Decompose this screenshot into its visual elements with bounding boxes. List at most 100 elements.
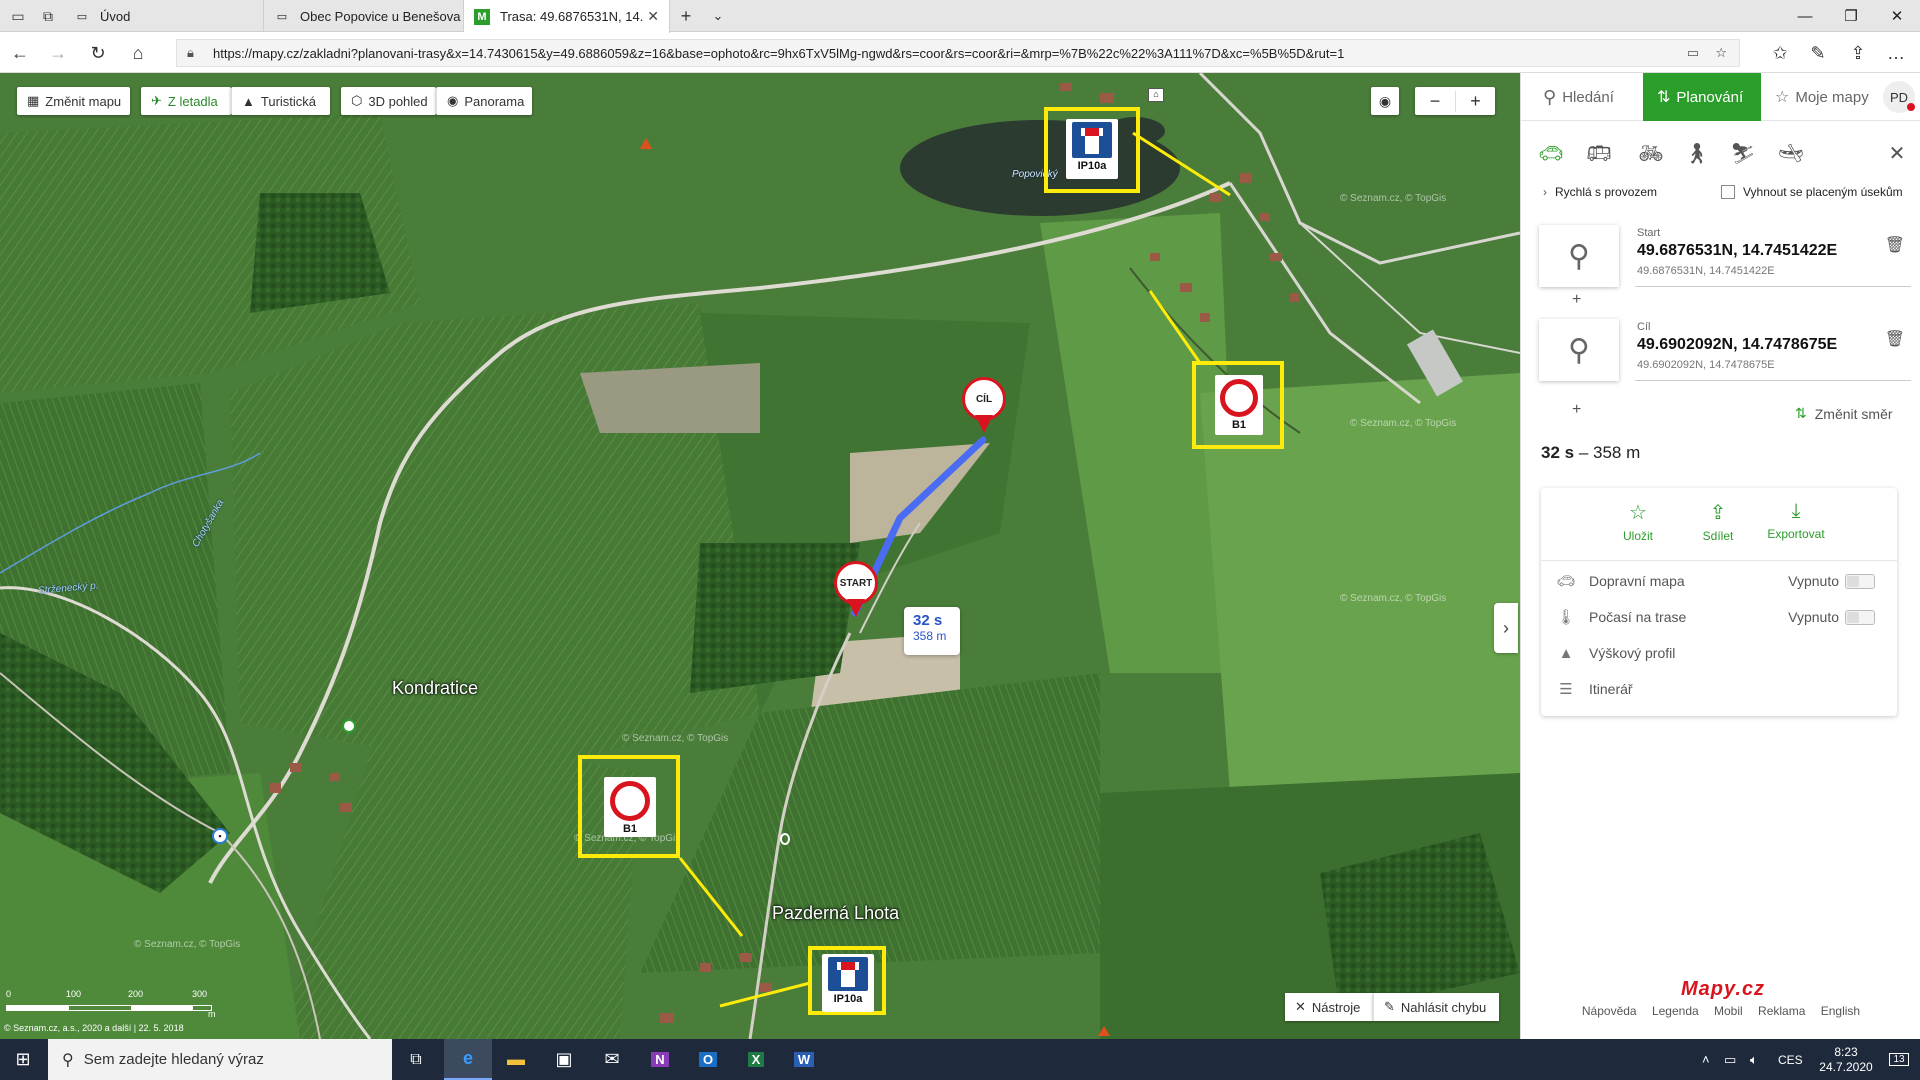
home-icon[interactable]: ⌂ [124, 39, 152, 67]
tourist-button[interactable]: ▲ Turistická [231, 87, 330, 115]
outlook-icon[interactable]: O [684, 1039, 732, 1080]
export-button[interactable]: ⤓ Exportovat [1761, 500, 1831, 541]
mail-icon[interactable]: ✉ [588, 1039, 636, 1080]
footer-ads-link[interactable]: Reklama [1758, 1004, 1805, 1018]
walk-mode-icon[interactable]: 🚶︎ [1681, 137, 1713, 169]
footer-help-link[interactable]: Nápověda [1582, 1004, 1637, 1018]
trash-icon[interactable]: 🗑︎ [1885, 329, 1905, 349]
save-button[interactable]: ☆ Uložit [1603, 500, 1673, 543]
tabs-aside-icon[interactable]: ⧉ [34, 2, 62, 30]
onenote-icon[interactable]: N [636, 1039, 684, 1080]
tab-popovice[interactable]: ▭ Obec Popovice u Benešova [264, 0, 464, 32]
clock-time: 8:23 [1834, 1044, 1858, 1059]
favorite-star-icon[interactable]: ☆ [1715, 45, 1727, 61]
weather-toggle[interactable] [1845, 609, 1875, 625]
place-label-kondratice[interactable]: Kondratice [392, 678, 478, 699]
tab-planning[interactable]: ⇅ Planování [1643, 73, 1761, 121]
zoom-in-button[interactable]: + [1455, 90, 1495, 112]
report-error-button[interactable]: ✎ Nahlásit chybu [1373, 993, 1499, 1021]
refresh-icon[interactable]: ↻ [84, 39, 112, 67]
tab-my-maps[interactable]: ☆ Moje mapy [1761, 73, 1877, 121]
start-coords: 49.6876531N, 14.7451422E [1637, 242, 1838, 259]
add-waypoint-icon[interactable]: + [1572, 291, 1581, 309]
zoom-out-button[interactable]: − [1415, 91, 1455, 112]
windows-start-icon[interactable]: ⊞ [0, 1039, 46, 1080]
footer-legend-link[interactable]: Legenda [1652, 1004, 1699, 1018]
3d-view-button[interactable]: ⬡ 3D pohled [341, 87, 436, 115]
clock[interactable]: 8:23 24.7.2020 [1810, 1039, 1882, 1080]
collapse-sidebar-button[interactable]: › [1494, 603, 1518, 653]
store-icon[interactable]: ▣ [540, 1039, 588, 1080]
change-direction-button[interactable]: ⇅ Změnit směr [1795, 405, 1893, 422]
favorites-icon[interactable]: ✩ [1766, 39, 1794, 67]
aerial-button[interactable]: ✈ Z letadla [141, 87, 231, 115]
trash-icon[interactable]: 🗑︎ [1885, 235, 1905, 255]
share-button[interactable]: ⇪ Sdílet [1683, 500, 1753, 543]
end-pin[interactable]: CÍL [962, 377, 1006, 437]
start-waypoint[interactable]: ⚲ Start 49.6876531N, 14.7451422E 49.6876… [1539, 225, 1911, 289]
word-icon[interactable]: W [780, 1039, 828, 1080]
volume-icon[interactable]: 🔈︎ [1750, 1039, 1758, 1080]
chevron-right-icon: › [1543, 185, 1547, 199]
ski-mode-icon[interactable]: ⛷︎ [1727, 137, 1759, 169]
pen-icon[interactable]: ✎ [1804, 39, 1832, 67]
edge-icon[interactable]: e [444, 1039, 492, 1080]
language-indicator[interactable]: CES [1778, 1039, 1803, 1080]
back-icon[interactable]: ← [6, 39, 34, 67]
add-waypoint-icon[interactable]: + [1572, 401, 1581, 419]
new-tab-icon[interactable]: + [672, 2, 700, 30]
end-waypoint[interactable]: ⚲ Cíl 49.6902092N, 14.7478675E 49.690209… [1539, 319, 1911, 383]
place-label-pazderna-lhota[interactable]: Pazderná Lhota [772, 903, 899, 924]
tray-chevron-icon[interactable]: ˄ [1702, 1039, 1710, 1080]
close-planner-icon[interactable]: ✕ [1881, 137, 1913, 169]
close-tab-icon[interactable]: ✕ [647, 8, 659, 25]
avoid-toll-checkbox[interactable]: Vyhnout se placeným úsekům [1721, 185, 1903, 199]
excel-icon[interactable]: X [732, 1039, 780, 1080]
start-pin[interactable]: START [834, 561, 878, 621]
network-icon[interactable]: ▭ [1724, 1039, 1736, 1080]
share-icon[interactable]: ⇪ [1844, 39, 1872, 67]
file-explorer-icon[interactable]: ▬ [492, 1039, 540, 1080]
more-icon[interactable]: … [1882, 39, 1910, 67]
bus-mode-icon[interactable]: 🚌︎ [1583, 137, 1615, 169]
footer-mobile-link[interactable]: Mobil [1714, 1004, 1743, 1018]
reading-view-icon[interactable]: ▭ [1687, 45, 1699, 61]
route-info-bubble[interactable]: 32 s 358 m [904, 607, 960, 655]
avatar[interactable]: PD [1883, 81, 1915, 113]
task-view-icon[interactable]: ⧉ [396, 1039, 436, 1080]
peak-icon[interactable] [640, 138, 652, 149]
tab-trasa[interactable]: M Trasa: 49.6876531N, 14. ✕ [464, 0, 670, 33]
bike-mode-icon[interactable]: 🚲︎ [1635, 137, 1667, 169]
address-bar[interactable]: 🔒︎ https://mapy.cz/zakladni?planovani-tr… [176, 39, 1740, 67]
traffic-map-row[interactable]: 🚗︎ Dopravní mapa Vypnuto [1555, 569, 1885, 593]
weather-row[interactable]: 🌡︎ Počasí na trase Vypnuto [1555, 605, 1885, 629]
route-type-select[interactable]: › Rychlá s provozem [1543, 185, 1657, 199]
tab-actions-icon[interactable]: ▭ [4, 2, 32, 30]
bus-stop-icon[interactable]: ▪ [212, 828, 228, 844]
map-view[interactable]: ▦ Změnit mapu ✈ Z letadla ▲ Turistická ⬡ 3D … [0, 73, 1520, 1039]
taskbar-search[interactable]: ⚲ Sem zadejte hledaný výraz [48, 1039, 392, 1080]
boat-mode-icon[interactable]: 🛶︎ [1775, 137, 1807, 169]
footer-english-link[interactable]: English [1821, 1004, 1860, 1018]
traffic-toggle[interactable] [1845, 573, 1875, 589]
forward-icon[interactable]: → [44, 39, 72, 67]
elevation-profile-row[interactable]: ▲ Výškový profil [1555, 641, 1885, 665]
action-center-icon[interactable]: 13 [1884, 1039, 1914, 1080]
minimize-icon[interactable]: — [1782, 0, 1828, 32]
tools-button[interactable]: ✕ Nástroje [1285, 993, 1373, 1021]
itinerary-row[interactable]: ☰ Itinerář [1555, 677, 1885, 701]
building-icon[interactable]: ⌂ [1148, 88, 1164, 102]
panorama-button[interactable]: ◉ Panorama [436, 87, 532, 115]
restore-icon[interactable]: ❐ [1828, 0, 1874, 32]
car-mode-icon[interactable]: 🚗︎ [1535, 137, 1567, 169]
peak-icon-2[interactable] [1098, 1026, 1110, 1036]
poi-marker-icon[interactable] [780, 833, 790, 845]
poi-icon[interactable] [342, 719, 356, 733]
tab-list-chevron-icon[interactable]: ⌄ [704, 2, 732, 30]
tab-search[interactable]: ⚲ Hledání [1521, 73, 1643, 121]
tab-uvod[interactable]: ▭ Úvod [64, 0, 264, 32]
locate-me-button[interactable]: ◉ [1371, 87, 1399, 115]
change-map-button[interactable]: ▦ Změnit mapu [17, 87, 130, 115]
mapy-logo[interactable]: Mapy.cz [1681, 978, 1765, 1001]
close-window-icon[interactable]: ✕ [1874, 0, 1920, 32]
